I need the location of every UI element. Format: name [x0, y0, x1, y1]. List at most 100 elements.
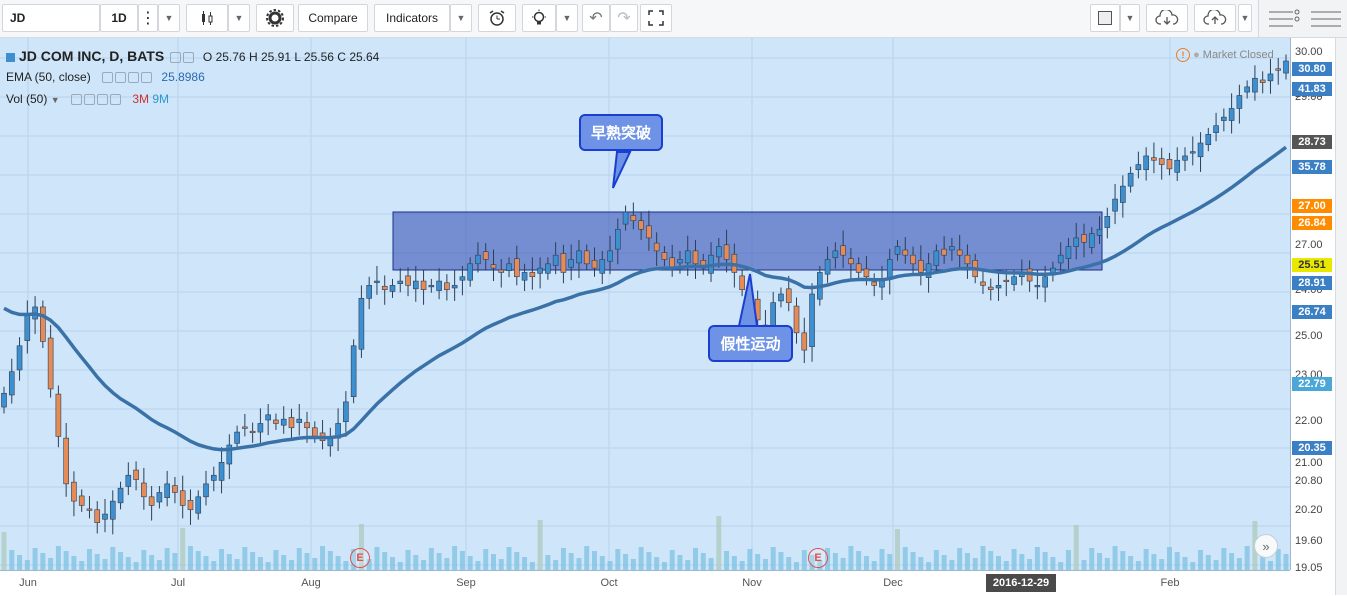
candle-body [1003, 279, 1010, 282]
volume-bar [514, 552, 520, 570]
volume-bar [716, 516, 722, 570]
candle-body [840, 245, 846, 256]
interval-chevron-down-icon[interactable]: ▼ [158, 4, 180, 32]
volume-bar [187, 546, 193, 570]
undo-icon[interactable]: ↶ [582, 4, 610, 32]
details-icon[interactable] [1311, 9, 1345, 29]
ideas-button[interactable] [522, 4, 556, 32]
volume-bar [1182, 557, 1188, 570]
volume-bar [382, 552, 388, 570]
volume-bar [654, 557, 660, 570]
fullscreen-button[interactable] [640, 4, 672, 32]
candle-body [863, 268, 870, 278]
time-axis-label: Oct [600, 577, 618, 589]
volume-bar [661, 562, 667, 570]
watchlist-icon[interactable] [1269, 9, 1303, 29]
volume-bar [1104, 558, 1110, 570]
load-layout-button[interactable] [1146, 4, 1188, 32]
volume-bar [490, 554, 496, 570]
volume-add-icon[interactable] [96, 94, 108, 106]
earnings-marker-nov[interactable]: E [808, 548, 828, 568]
volume-bar [755, 554, 761, 570]
save-chevron-down-icon[interactable]: ▼ [1238, 4, 1252, 32]
chart-style-button[interactable] [186, 4, 228, 32]
volume-bar [1143, 549, 1149, 570]
market-status-text: Market Closed [1202, 49, 1274, 61]
price-scale[interactable]: 30.0029.0028.0027.0026.0025.0024.0023.00… [1290, 38, 1336, 574]
ema-legend: EMA (50, close) 25.8986 [6, 70, 205, 84]
candle-body [8, 371, 15, 396]
earnings-marker-aug[interactable]: E [350, 548, 370, 568]
volume-bar [1003, 561, 1009, 570]
candle-body [1182, 155, 1188, 161]
square-icon [1098, 11, 1112, 25]
volume-bar [685, 560, 691, 570]
early-breakout-callout[interactable]: 早熟突破 [579, 114, 663, 151]
volume-settings-icon[interactable] [83, 94, 95, 106]
volume-bar [887, 554, 893, 570]
alert-button[interactable] [478, 4, 516, 32]
indicators-button[interactable]: Indicators [374, 4, 450, 32]
indicators-label: Indicators [385, 11, 439, 25]
interval-more-icon[interactable]: ⋮ [138, 4, 158, 32]
candle-body [381, 285, 388, 290]
scroll-to-realtime-button[interactable]: » [1254, 534, 1278, 558]
volume-bar [118, 552, 124, 570]
ideas-chevron-down-icon[interactable]: ▼ [556, 4, 578, 32]
false-move-callout[interactable]: 假性运动 [708, 325, 793, 362]
save-layout-button[interactable] [1194, 4, 1236, 32]
ema-settings-icon[interactable] [115, 72, 127, 84]
volume-bar [17, 555, 23, 570]
legend-visibility-icon[interactable] [169, 52, 181, 64]
candle-body [832, 250, 839, 259]
price-badge: 41.83 [1292, 82, 1332, 96]
volume-close-icon[interactable] [109, 94, 121, 106]
legend-settings-icon[interactable] [182, 52, 194, 64]
chart-pane[interactable]: 早熟突破 假性运动 E E JD COM INC, D, BATS O 25.7… [0, 38, 1290, 570]
volume-chevron-down-icon[interactable]: ▼ [51, 95, 60, 105]
volume-bar [343, 561, 349, 570]
candle-body [692, 250, 699, 265]
candle-body [366, 285, 372, 299]
price-scale-label: 30.00 [1295, 46, 1323, 58]
volume-bar [576, 558, 582, 570]
candle-body [1120, 185, 1126, 203]
time-axis-label: Aug [301, 577, 321, 589]
ema-close-icon[interactable] [141, 72, 153, 84]
symbol-search-input[interactable]: JD [2, 4, 100, 32]
time-axis[interactable]: 2016-12-29 Jun Jul Aug Sep Oct Nov Dec Feb [0, 570, 1290, 596]
symbol-title: JD COM INC, D, BATS [19, 48, 165, 64]
candle-body [778, 293, 784, 302]
volume-bar [996, 556, 1002, 570]
candle-body [879, 280, 885, 288]
ema-add-icon[interactable] [128, 72, 140, 84]
compare-button[interactable]: Compare [298, 4, 368, 32]
right-side-panel [1335, 38, 1347, 595]
chart-style-chevron-down-icon[interactable]: ▼ [228, 4, 250, 32]
drawing-shape-button[interactable] [1090, 4, 1120, 32]
volume-visibility-icon[interactable] [70, 94, 82, 106]
candle-body [552, 254, 559, 266]
settings-button[interactable] [256, 4, 294, 32]
shape-chevron-down-icon[interactable]: ▼ [1120, 4, 1140, 32]
cloud-upload-icon [1203, 10, 1227, 25]
interval-button[interactable]: 1D [100, 4, 138, 32]
volume-bar [1073, 525, 1079, 570]
ema-line [3, 145, 1288, 452]
volume-bar [615, 549, 621, 570]
volume-bar [1042, 552, 1048, 570]
open-label: O [202, 50, 213, 64]
volume-bar [646, 552, 652, 570]
volume-bar [1058, 562, 1064, 570]
consolidation-range-box[interactable] [392, 211, 1103, 271]
candle-body [630, 215, 637, 221]
ema-visibility-icon[interactable] [102, 72, 114, 84]
candle-body [40, 306, 46, 342]
candle-body [529, 272, 536, 278]
volume-bar [164, 548, 170, 570]
volume-bar [879, 549, 885, 570]
volume-bar [1135, 561, 1141, 570]
indicators-chevron-down-icon[interactable]: ▼ [450, 4, 472, 32]
candle-body [358, 298, 365, 350]
redo-icon[interactable]: ↷ [610, 4, 638, 32]
